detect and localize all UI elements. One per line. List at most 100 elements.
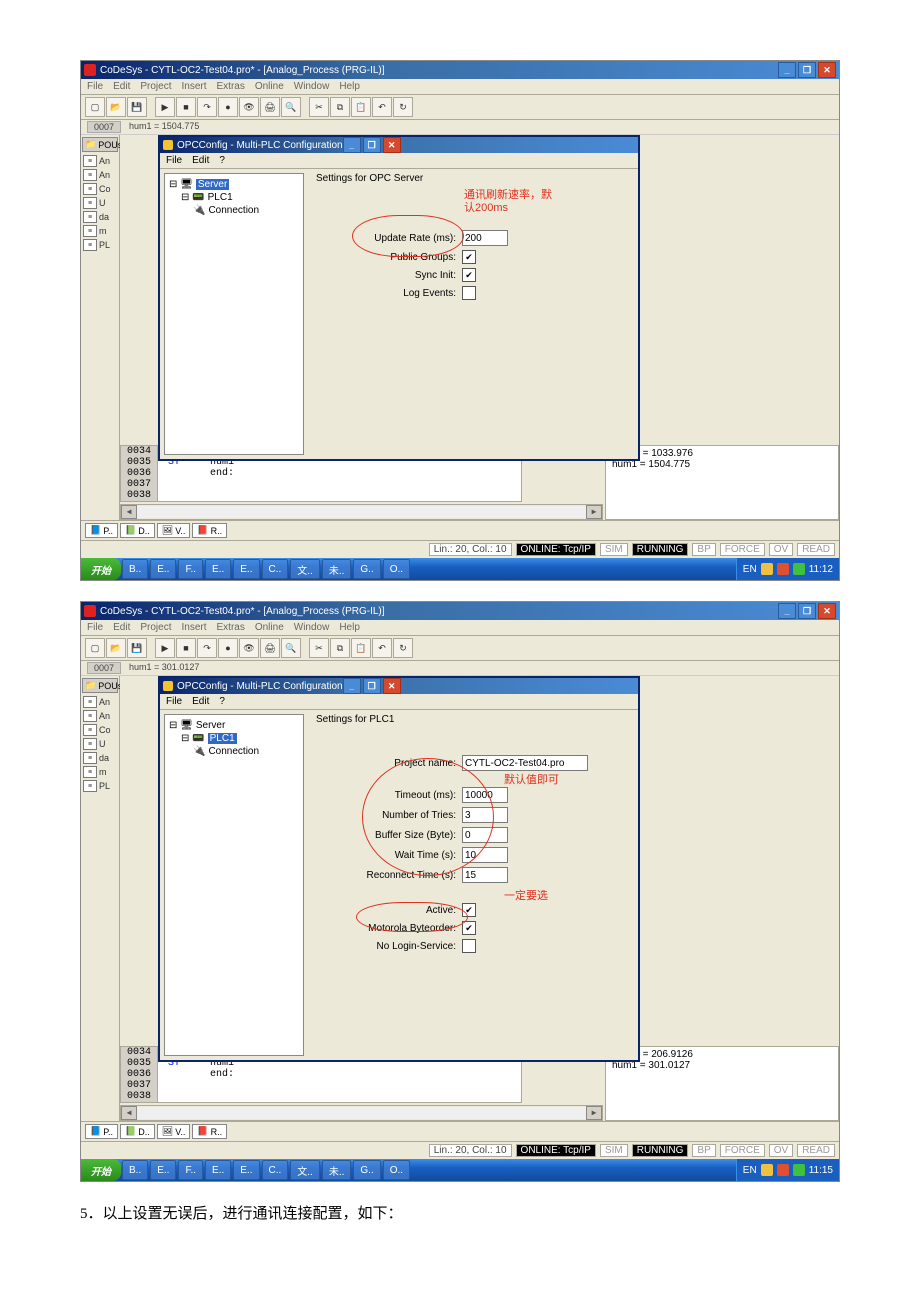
sidebar-item[interactable]: ≡m [81,224,119,238]
tool-paste[interactable]: 📋 [351,97,371,117]
tab-resources[interactable]: 📕 R.. [192,1124,227,1139]
taskbar-item[interactable]: C.. [262,559,289,579]
tool-run[interactable]: ▶ [155,97,175,117]
tray-icon[interactable] [793,1164,805,1176]
tool-stop[interactable]: ■ [176,638,196,658]
tool-step[interactable]: ↷ [197,97,217,117]
tree-connection[interactable]: 🔌 Connection [169,745,299,758]
taskbar-item[interactable]: 文.. [290,559,320,579]
tool-breakpoint[interactable]: ● [218,97,238,117]
taskbar-item[interactable]: F.. [178,559,203,579]
menu-window[interactable]: Window [294,622,330,633]
taskbar-item[interactable]: E.. [150,559,176,579]
menu-insert[interactable]: Insert [181,622,206,633]
tree-server[interactable]: ⊟ 🖥 Server [169,719,299,732]
tree-plc1[interactable]: ⊟ 📟 PLC1 [169,732,299,745]
tool-redo[interactable]: ↻ [393,638,413,658]
tray-lang[interactable]: EN [743,1165,757,1176]
tool-print[interactable]: 🖨 [260,97,280,117]
tray-icon[interactable] [761,563,773,575]
tool-stop[interactable]: ■ [176,97,196,117]
sidebar-item[interactable]: ≡da [81,210,119,224]
code-hscrollbar[interactable]: ◀▶ [120,1105,603,1121]
tray-icon[interactable] [777,563,789,575]
opc-menu-help[interactable]: ? [219,696,225,707]
tray-icon[interactable] [761,1164,773,1176]
opc-maximize-button[interactable]: ❐ [363,137,381,153]
sidebar-item[interactable]: ≡U [81,196,119,210]
tool-run[interactable]: ▶ [155,638,175,658]
menu-file[interactable]: File [87,81,103,92]
taskbar-item[interactable]: 未.. [322,1160,352,1180]
tab-visual[interactable]: 🖼 V.. [157,523,191,538]
tab-visual[interactable]: 🖼 V.. [157,1124,191,1139]
close-button[interactable]: ✕ [818,603,836,619]
taskbar-item[interactable]: E.. [205,559,231,579]
menu-project[interactable]: Project [140,81,171,92]
buffer-input[interactable] [462,827,508,843]
tool-find[interactable]: 🔍 [281,97,301,117]
taskbar-item[interactable]: E.. [233,559,259,579]
tool-undo[interactable]: ↶ [372,97,392,117]
tab-pous[interactable]: 📘 P.. [85,1124,118,1139]
tool-open[interactable]: 📂 [106,97,126,117]
sidebar-item[interactable]: ≡An [81,154,119,168]
tray-icon[interactable] [777,1164,789,1176]
menu-extras[interactable]: Extras [217,622,245,633]
opc-close-button[interactable]: ✕ [383,678,401,694]
start-button[interactable]: 开始 [81,558,121,580]
taskbar-item[interactable]: O.. [383,559,410,579]
maximize-button[interactable]: ❐ [798,603,816,619]
tab-resources[interactable]: 📕 R.. [192,523,227,538]
menu-help[interactable]: Help [339,622,360,633]
tree-connection[interactable]: 🔌 Connection [169,204,299,217]
taskbar-item[interactable]: B.. [122,559,148,579]
tool-save[interactable]: 💾 [127,97,147,117]
log-events-checkbox[interactable] [462,286,476,300]
menu-extras[interactable]: Extras [217,81,245,92]
taskbar-item[interactable]: E.. [205,1160,231,1180]
tool-print[interactable]: 🖨 [260,638,280,658]
sidebar-item[interactable]: ≡Co [81,182,119,196]
menu-window[interactable]: Window [294,81,330,92]
taskbar-item[interactable]: B.. [122,1160,148,1180]
sidebar-item[interactable]: ≡PL [81,779,119,793]
opc-menu-edit[interactable]: Edit [192,155,209,166]
taskbar-item[interactable]: 未.. [322,559,352,579]
close-button[interactable]: ✕ [818,62,836,78]
opc-maximize-button[interactable]: ❐ [363,678,381,694]
taskbar-item[interactable]: E.. [233,1160,259,1180]
tool-copy[interactable]: ⧉ [330,97,350,117]
taskbar-item[interactable]: E.. [150,1160,176,1180]
timeout-input[interactable] [462,787,508,803]
code-hscrollbar[interactable]: ◀▶ [120,504,603,520]
tool-copy[interactable]: ⧉ [330,638,350,658]
opc-menu-file[interactable]: File [166,155,182,166]
reconnect-input[interactable] [462,867,508,883]
sidebar-item[interactable]: ≡An [81,709,119,723]
motorola-checkbox[interactable]: ✔ [462,921,476,935]
tool-save[interactable]: 💾 [127,638,147,658]
tool-new[interactable]: ▢ [85,638,105,658]
tool-paste[interactable]: 📋 [351,638,371,658]
taskbar-item[interactable]: 文.. [290,1160,320,1180]
tab-data[interactable]: 📗 D.. [120,1124,155,1139]
tool-watch[interactable]: 👁 [239,97,259,117]
minimize-button[interactable]: _ [778,62,796,78]
project-input[interactable] [462,755,588,771]
tool-find[interactable]: 🔍 [281,638,301,658]
opc-minimize-button[interactable]: _ [343,137,361,153]
tool-open[interactable]: 📂 [106,638,126,658]
public-groups-checkbox[interactable]: ✔ [462,250,476,264]
taskbar-item[interactable]: G.. [353,559,380,579]
sync-init-checkbox[interactable]: ✔ [462,268,476,282]
taskbar-item[interactable]: G.. [353,1160,380,1180]
menu-online[interactable]: Online [255,622,284,633]
tree-plc1[interactable]: ⊟ 📟 PLC1 [169,191,299,204]
tries-input[interactable] [462,807,508,823]
sidebar-item[interactable]: ≡U [81,737,119,751]
tool-new[interactable]: ▢ [85,97,105,117]
update-rate-input[interactable] [462,230,508,246]
sidebar-item[interactable]: ≡An [81,168,119,182]
menu-file[interactable]: File [87,622,103,633]
